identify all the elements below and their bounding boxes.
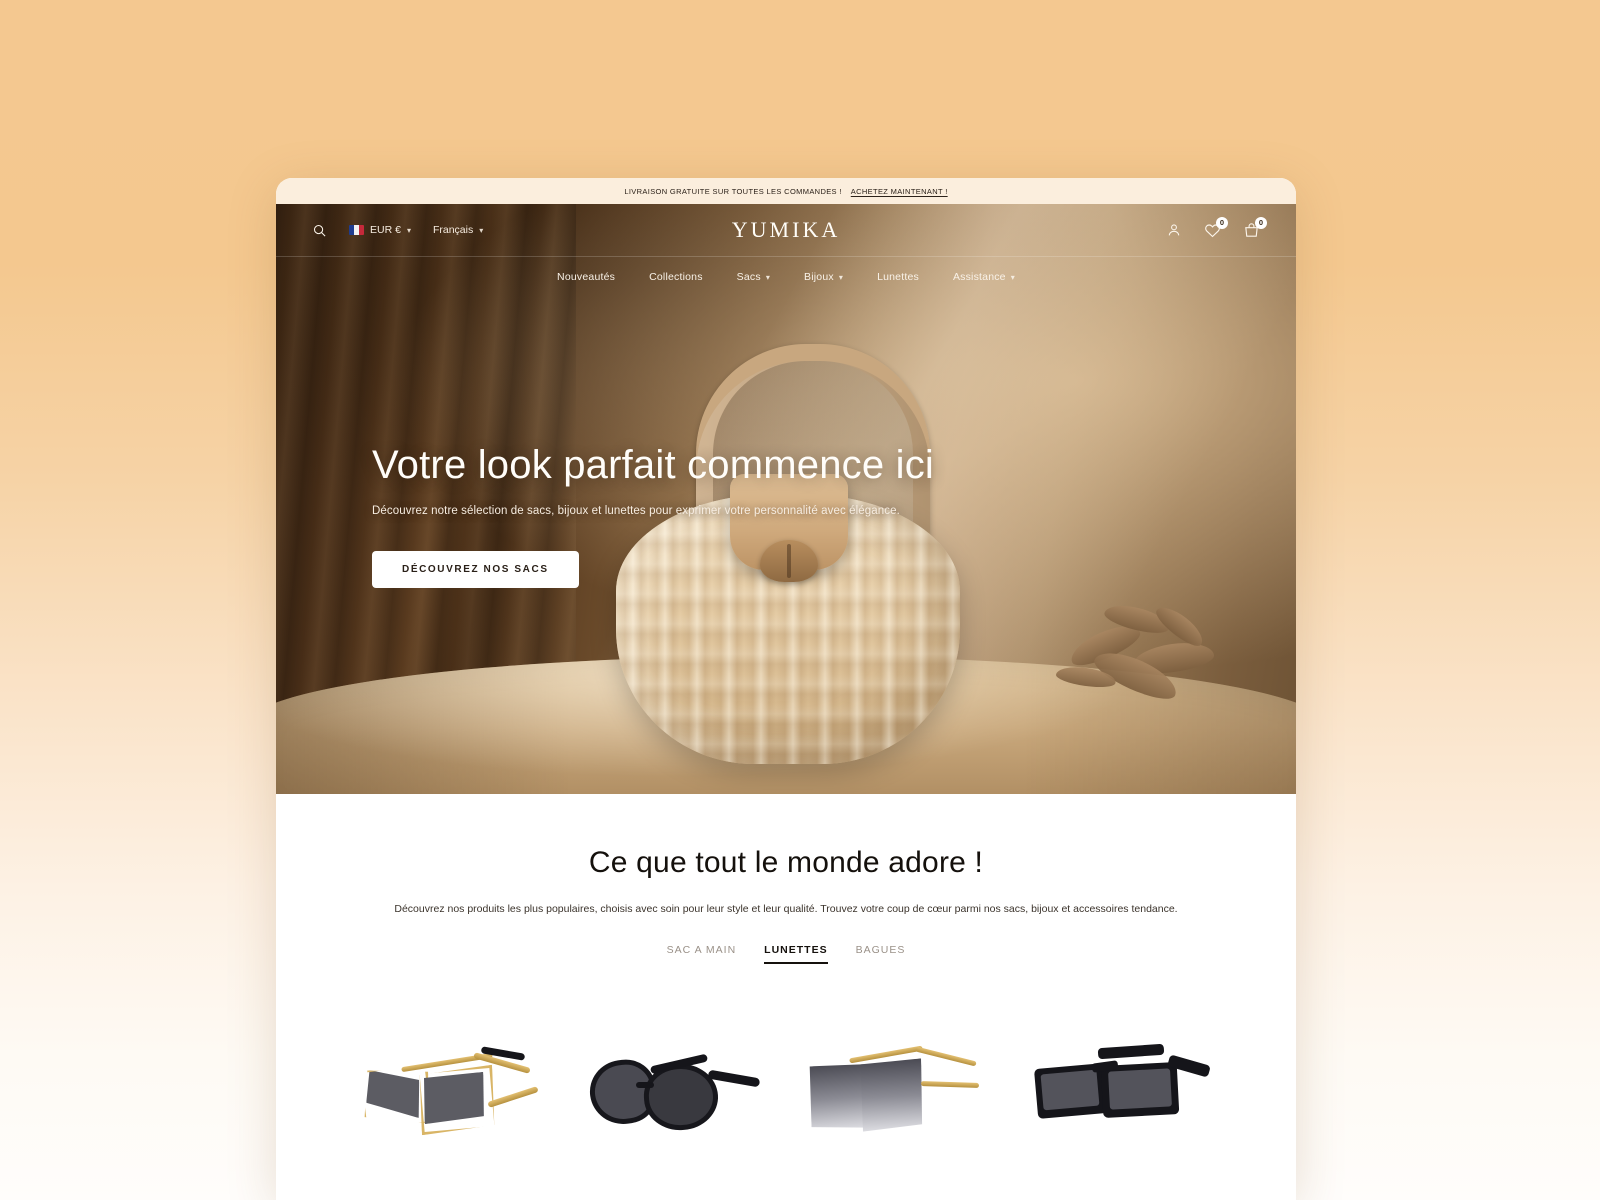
hero-section: EUR € ▾ Français ▾ YUMIKA 0 0 Nouveautés… bbox=[276, 204, 1296, 794]
popular-section: Ce que tout le monde adore ! Découvrez n… bbox=[276, 794, 1296, 1200]
nav-label: Bijoux bbox=[804, 271, 834, 283]
hero-dried-flower bbox=[1048, 598, 1238, 738]
popular-title: Ce que tout le monde adore ! bbox=[588, 846, 984, 879]
tab-sac-a-main[interactable]: SAC A MAIN bbox=[667, 944, 737, 964]
chevron-down-icon: ▾ bbox=[406, 225, 411, 235]
nav-label: Sacs bbox=[736, 271, 761, 283]
nav-item-nouveautes[interactable]: Nouveautés bbox=[557, 271, 615, 283]
nav-item-bijoux[interactable]: Bijoux ▾ bbox=[804, 271, 843, 283]
tab-bagues[interactable]: BAGUES bbox=[856, 944, 906, 964]
brand-logo[interactable]: YUMIKA bbox=[732, 217, 840, 243]
header-left-group: EUR € ▾ Français ▾ bbox=[312, 223, 732, 238]
nav-item-sacs[interactable]: Sacs ▾ bbox=[737, 271, 770, 283]
site-header: EUR € ▾ Français ▾ YUMIKA 0 0 bbox=[276, 204, 1296, 256]
nav-label: Lunettes bbox=[877, 271, 919, 283]
square-gradient-rimless-sunglasses-image bbox=[795, 1020, 1000, 1170]
cart-count-badge: 0 bbox=[1255, 216, 1268, 229]
product-card[interactable] bbox=[795, 1020, 1000, 1170]
tab-lunettes[interactable]: LUNETTES bbox=[764, 944, 828, 964]
main-navigation: Nouveautés Collections Sacs ▾ Bijoux ▾ L… bbox=[276, 256, 1296, 297]
language-label: Français bbox=[432, 224, 474, 236]
announcement-text: LIVRAISON GRATUITE SUR TOUTES LES COMMAN… bbox=[624, 186, 842, 196]
chevron-down-icon: ▾ bbox=[479, 225, 484, 235]
wishlist-icon[interactable]: 0 bbox=[1204, 216, 1229, 239]
nav-label: Nouveautés bbox=[557, 271, 616, 283]
announcement-bar: LIVRAISON GRATUITE SUR TOUTES LES COMMAN… bbox=[276, 178, 1296, 204]
nav-item-lunettes[interactable]: Lunettes bbox=[877, 271, 919, 283]
hero-subtitle: Découvrez notre sélection de sacs, bijou… bbox=[372, 505, 900, 518]
currency-selector[interactable]: EUR € ▾ bbox=[349, 224, 411, 236]
nav-label: Assistance bbox=[952, 271, 1006, 283]
language-selector[interactable]: Français ▾ bbox=[433, 224, 483, 236]
currency-label: EUR € bbox=[370, 224, 401, 236]
wishlist-count-badge: 0 bbox=[1216, 216, 1229, 229]
product-card[interactable] bbox=[1018, 1020, 1223, 1170]
header-right-group: 0 0 bbox=[840, 216, 1268, 239]
chevron-down-icon: ▾ bbox=[1010, 272, 1015, 282]
hero-copy: Votre look parfait commence ici Découvre… bbox=[372, 443, 1012, 589]
hero-title: Votre look parfait commence ici bbox=[372, 443, 935, 487]
popular-subtitle: Découvrez nos produits les plus populair… bbox=[394, 903, 1178, 915]
black-rectangular-sunglasses-image bbox=[1018, 1020, 1223, 1170]
black-oversized-round-sunglasses-image bbox=[572, 1020, 777, 1170]
chevron-down-icon: ▾ bbox=[765, 272, 771, 282]
search-icon[interactable] bbox=[312, 223, 327, 238]
hero-cta-button[interactable]: DÉCOUVREZ NOS SACS bbox=[372, 551, 579, 589]
product-card[interactable] bbox=[572, 1020, 777, 1170]
product-card[interactable] bbox=[349, 1020, 554, 1170]
product-category-tabs: SAC A MAIN LUNETTES BAGUES bbox=[276, 944, 1296, 964]
announcement-link[interactable]: ACHETEZ MAINTENANT ! bbox=[851, 187, 948, 196]
nav-item-collections[interactable]: Collections bbox=[649, 271, 703, 283]
nav-label: Collections bbox=[649, 271, 703, 283]
product-grid bbox=[276, 1020, 1296, 1170]
account-icon[interactable] bbox=[1166, 222, 1182, 238]
flag-france-icon bbox=[349, 225, 364, 235]
angular-gold-frame-sunglasses-image bbox=[349, 1020, 554, 1170]
nav-item-assistance[interactable]: Assistance ▾ bbox=[953, 271, 1015, 283]
cart-icon[interactable]: 0 bbox=[1243, 216, 1268, 239]
chevron-down-icon: ▾ bbox=[838, 272, 844, 282]
site-window: LIVRAISON GRATUITE SUR TOUTES LES COMMAN… bbox=[276, 178, 1296, 1200]
